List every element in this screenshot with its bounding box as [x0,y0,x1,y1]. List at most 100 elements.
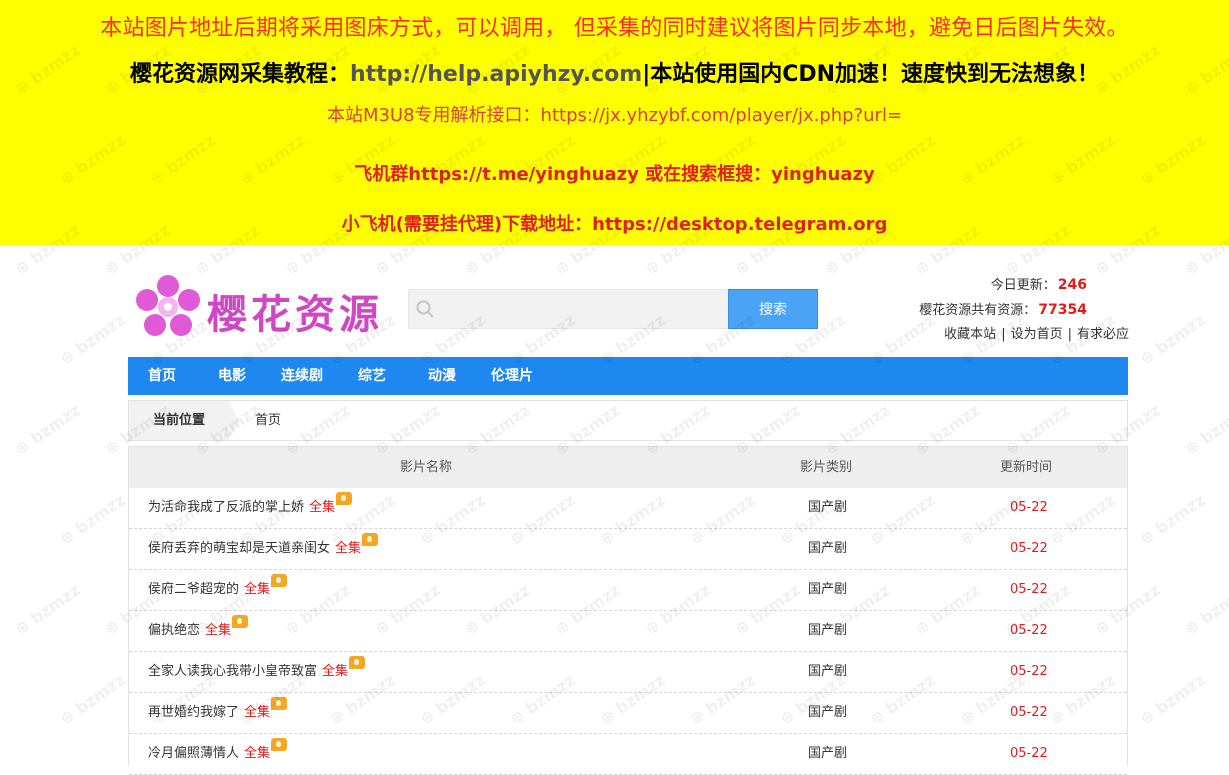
header-title: 影片名称 [400,460,453,475]
watermark-mark: ⊕ bzmzz [1136,310,1209,369]
watermark-mark: ⊕ bzmzz [56,490,129,549]
notice-tutorial: 樱花资源网采集教程：http://help.apiyhzy.com|本站使用国内… [0,56,1229,88]
video-category: 国产剧 [808,500,848,515]
video-title-cell: 全家人读我心我带小皇帝致富 全集 [148,652,366,692]
header-category: 影片类别 [800,460,853,475]
nav-item-variety[interactable]: 综艺 [358,357,386,395]
site-stats: 今日更新： 246 樱花资源共有资源： 77354 收藏本站 | 设为首页 | 有求必应 [799,276,1129,351]
video-title-link[interactable]: 侯府二爷超宠的 [148,582,239,597]
video-category: 国产剧 [808,582,848,597]
total-resources: 樱花资源共有资源： 77354 [799,301,1129,326]
tutorial-link[interactable]: http://help.apiyhzy.com [350,62,642,87]
hot-icon [271,697,288,710]
hot-icon [271,574,288,587]
video-title-cell: 侯府二爷超宠的 全集 [148,570,288,610]
video-title-cell: 再世婚约我嫁了 全集 [148,693,288,733]
table-row: 冷月偏照薄情人 全集 国产剧 05-22 [129,734,1127,775]
notice-telegram-download: 小飞机(需要挂代理)下载地址：https://desktop.telegram.… [341,214,888,235]
logo-text: 樱花资源 [207,291,383,338]
video-title-link[interactable]: 为活命我成了反派的掌上娇 [148,500,304,515]
video-category: 国产剧 [808,705,848,720]
total-resources-label: 樱花资源共有资源： [919,303,1037,318]
nav-item-movies[interactable]: 电影 [218,357,246,395]
notice-m3u8-api: 本站M3U8专用解析接口：https://jx.yhzybf.com/playe… [326,105,903,126]
total-resources-count: 77354 [1038,302,1087,318]
watermark-mark: ⊕ bzmzz [56,310,129,369]
table-header: 影片名称 影片类别 更新时间 [129,447,1127,488]
complete-badge: 全集 [335,541,362,556]
complete-badge: 全集 [205,623,232,638]
video-update-date: 05-22 [1010,541,1048,556]
watermark-mark: ⊕ bzmzz [1181,400,1229,459]
breadcrumb-home-link[interactable]: 首页 [255,401,281,440]
table-row: 侯府二爷超宠的 全集 国产剧 05-22 [129,570,1127,611]
announcement-banner: 本站图片地址后期将采用图床方式，可以调用， 但采集的同时建议将图片同步本地，避免… [0,0,1229,245]
hot-icon [336,492,353,505]
video-category: 国产剧 [808,746,848,761]
video-update-date: 05-22 [1010,664,1048,679]
nav-item-home[interactable]: 首页 [148,357,176,395]
video-title-cell: 偏执绝恋 全集 [148,611,249,651]
video-title-link[interactable]: 偏执绝恋 [148,623,200,638]
video-title-cell: 侯府丢弃的萌宝却是天道亲闺女 全集 [148,529,379,569]
video-update-date: 05-22 [1010,623,1048,638]
search-input[interactable] [443,290,725,328]
video-update-date: 05-22 [1010,705,1048,720]
breadcrumb-arrow [229,401,239,440]
header-links: 收藏本站 | 设为首页 | 有求必应 [799,326,1129,351]
video-category: 国产剧 [808,664,848,679]
table-row: 再世婚约我嫁了 全集 国产剧 05-22 [129,693,1127,734]
bookmark-link[interactable]: 收藏本站 [944,327,996,342]
hot-icon [362,533,379,546]
notice-cdn-text: |本站使用国内CDN加速！速度快到无法想象！ [642,62,1100,87]
watermark-mark: ⊕ bzmzz [11,580,84,639]
watermark-mark: ⊕ bzmzz [11,400,84,459]
today-updates-count: 246 [1057,277,1087,293]
notice-telegram-group: 飞机群https://t.me/yinghuazy 或在搜索框搜：yinghua… [354,164,875,185]
breadcrumb: 当前位置 首页 [128,400,1128,441]
video-category: 国产剧 [808,623,848,638]
nav-item-ethics[interactable]: 伦理片 [491,357,533,395]
watermark-mark: ⊕ bzmzz [1181,580,1229,639]
breadcrumb-current-label: 当前位置 [129,401,229,440]
video-update-date: 05-22 [1010,500,1048,515]
watermark-mark: ⊕ bzmzz [1136,670,1209,729]
complete-badge: 全集 [244,582,271,597]
search-box [408,289,728,329]
complete-badge: 全集 [244,705,271,720]
video-title-link[interactable]: 侯府丢弃的萌宝却是天道亲闺女 [148,541,330,556]
main-nav: 首页 电影 连续剧 综艺 动漫 伦理片 [128,357,1128,395]
hot-icon [232,615,249,628]
video-table: 影片名称 影片类别 更新时间 为活命我成了反派的掌上娇 全集 国产剧 05-22 侯府丢… [128,446,1128,775]
today-updates: 今日更新： 246 [799,276,1129,301]
link-separator: | [1067,327,1072,342]
hot-icon [349,656,366,669]
table-row: 侯府丢弃的萌宝却是天道亲闺女 全集 国产剧 05-22 [129,529,1127,570]
video-update-date: 05-22 [1010,746,1048,761]
video-title-link[interactable]: 再世婚约我嫁了 [148,705,239,720]
request-link[interactable]: 有求必应 [1077,327,1129,342]
complete-badge: 全集 [309,500,336,515]
watermark-mark: ⊕ bzmzz [56,670,129,729]
link-separator: | [1001,327,1006,342]
set-homepage-link[interactable]: 设为首页 [1011,327,1063,342]
video-category: 国产剧 [808,541,848,556]
header-updated: 更新时间 [1000,460,1053,475]
site-logo[interactable]: 樱花资源 [133,274,395,340]
nav-item-series[interactable]: 连续剧 [281,357,323,395]
video-title-cell: 冷月偏照薄情人 全集 [148,734,288,774]
notice-tutorial-label: 樱花资源网采集教程： [129,62,350,87]
video-title-link[interactable]: 全家人读我心我带小皇帝致富 [148,664,317,679]
table-row: 全家人读我心我带小皇帝致富 全集 国产剧 05-22 [129,652,1127,693]
search-icon [416,300,434,318]
notice-image-hosting: 本站图片地址后期将采用图床方式，可以调用， 但采集的同时建议将图片同步本地，避免… [100,16,1129,41]
hot-icon [271,738,288,751]
video-title-cell: 为活命我成了反派的掌上娇 全集 [148,488,353,528]
watermark-mark: ⊕ bzmzz [1136,490,1209,549]
table-row: 为活命我成了反派的掌上娇 全集 国产剧 05-22 [129,488,1127,529]
video-update-date: 05-22 [1010,582,1048,597]
table-row: 偏执绝恋 全集 国产剧 05-22 [129,611,1127,652]
complete-badge: 全集 [322,664,349,679]
nav-item-anime[interactable]: 动漫 [428,357,456,395]
sakura-flower-icon [136,275,200,336]
